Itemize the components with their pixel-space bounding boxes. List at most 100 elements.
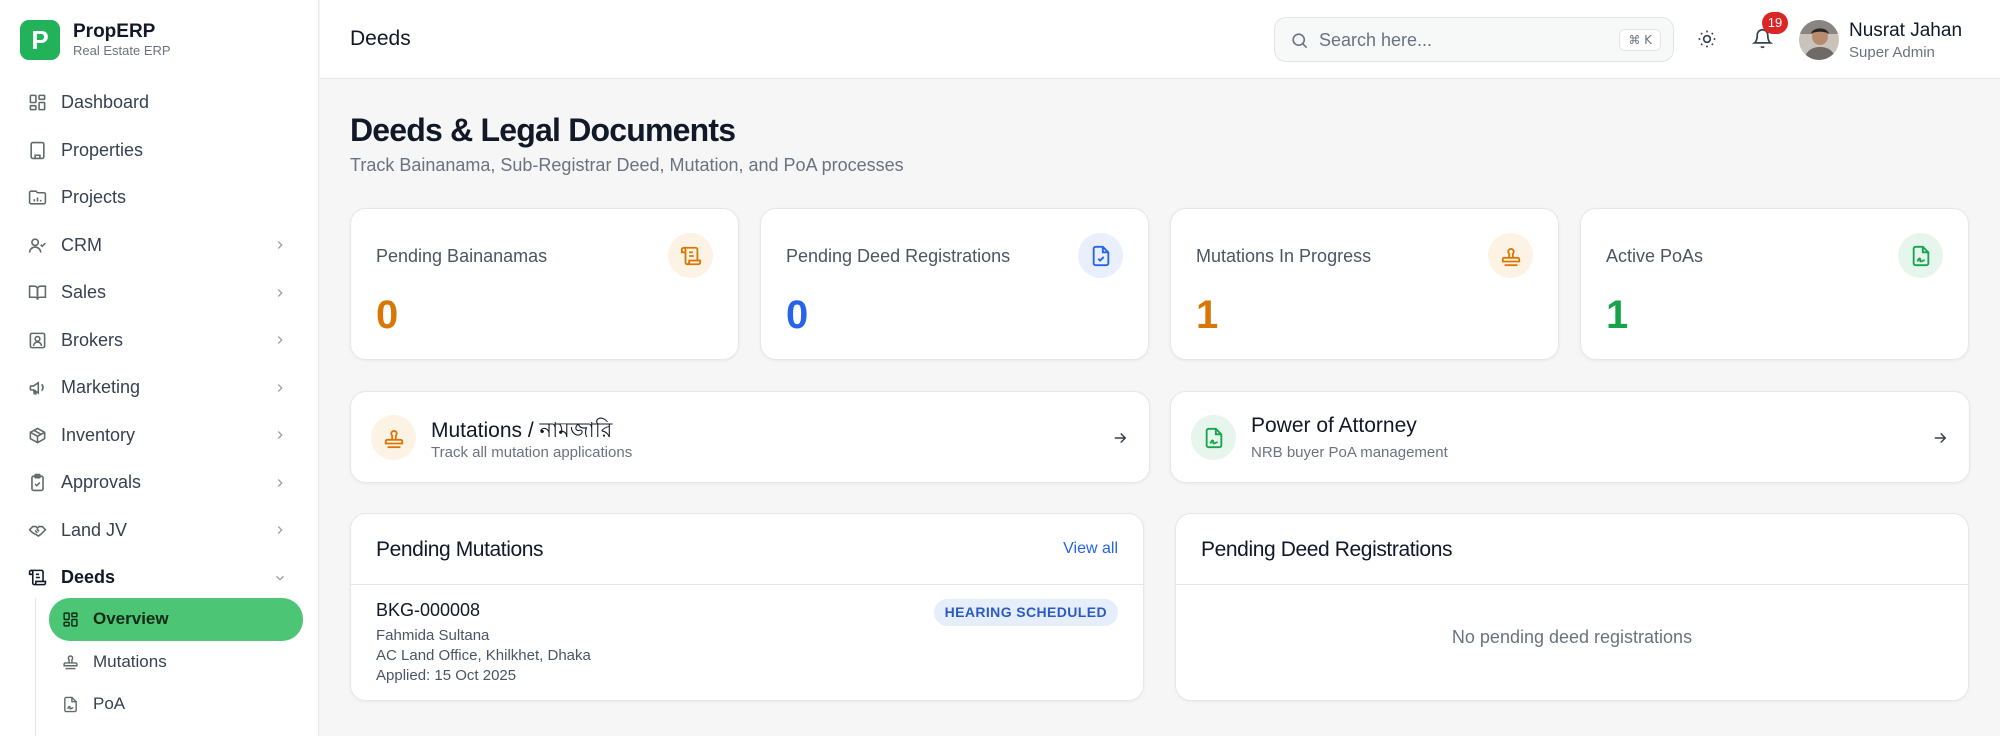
sun-icon [1697, 29, 1717, 49]
mutation-id: BKG-000008 [376, 600, 481, 620]
sidebar-nav: Dashboard Properties Projects CRM Sales … [0, 79, 319, 602]
sidebar-item-crm[interactable]: CRM [0, 222, 319, 270]
file-signature-icon [1191, 415, 1236, 460]
panel-header: Pending Mutations View all [351, 514, 1143, 585]
stat-value: 0 [786, 293, 809, 337]
mutation-applicant: Fahmida Sultana [376, 627, 490, 644]
grid-icon [28, 93, 47, 112]
sidebar-item-label: Deeds [61, 567, 116, 588]
sidebar-item-label: Marketing [61, 377, 141, 398]
sidebar-item-label: Brokers [61, 329, 124, 350]
user-role: Super Admin [1849, 44, 1935, 61]
avatar[interactable] [1799, 20, 1839, 60]
sidebar-subitem-label: PoA [93, 694, 126, 714]
brand-name: PropERP [73, 21, 156, 42]
grid-icon [62, 611, 79, 628]
stat-value: 1 [1196, 293, 1219, 337]
sidebar-item-dashboard[interactable]: Dashboard [0, 79, 319, 127]
chevron-right-icon [273, 238, 287, 252]
panel-title: Pending Mutations [376, 538, 544, 561]
theme-toggle-button[interactable] [1694, 26, 1720, 52]
search-box[interactable]: ⌘ K [1274, 17, 1674, 62]
scroll-icon [28, 568, 47, 587]
sidebar-subitem-label: Overview [93, 609, 169, 629]
power-of-attorney-link-card[interactable]: Power of Attorney NRB buyer PoA manageme… [1170, 391, 1970, 483]
pending-deed-registrations-panel: Pending Deed Registrations No pending de… [1175, 513, 1969, 701]
sidebar-subitem-overview[interactable]: Overview [49, 598, 303, 641]
stat-label: Mutations In Progress [1196, 246, 1372, 266]
sidebar-item-properties[interactable]: Properties [0, 127, 319, 175]
sidebar-item-sales[interactable]: Sales [0, 269, 319, 317]
sidebar-item-label: Land JV [61, 519, 128, 540]
sidebar-item-label: Dashboard [61, 92, 150, 113]
handshake-icon [28, 521, 47, 540]
page-title: Deeds & Legal Documents [350, 112, 736, 148]
sidebar-subitem-poa[interactable]: PoA [49, 683, 303, 726]
stat-card-pending-deed-registrations: Pending Deed Registrations 0 [760, 208, 1149, 360]
link-card-subtitle: NRB buyer PoA management [1251, 444, 1448, 461]
book-open-icon [28, 283, 47, 302]
search-input[interactable] [1319, 28, 1609, 52]
sidebar: P PropERP Real Estate ERP Dashboard Prop… [0, 0, 319, 736]
sidebar-item-label: CRM [61, 234, 102, 255]
mutation-applied-date: Applied: 15 Oct 2025 [376, 667, 517, 684]
sidebar-item-label: Approvals [61, 472, 142, 493]
stat-label: Pending Bainanamas [376, 246, 548, 266]
sidebar-item-land-jv[interactable]: Land JV [0, 507, 319, 555]
chevron-right-icon [273, 286, 287, 300]
sidebar-item-inventory[interactable]: Inventory [0, 412, 319, 460]
sidebar-item-marketing[interactable]: Marketing [0, 364, 319, 412]
deeds-sub-nav: Overview Mutations PoA [0, 598, 319, 736]
pending-mutations-panel: Pending Mutations View all BKG-000008 Fa… [350, 513, 1144, 701]
sidebar-subitem-mutations[interactable]: Mutations [49, 641, 303, 684]
stamp-icon [62, 653, 79, 670]
search-shortcut: ⌘ K [1619, 29, 1661, 51]
sidebar-item-deeds[interactable]: Deeds [0, 554, 319, 602]
file-signature-icon [62, 696, 79, 713]
view-all-link[interactable]: View all [1063, 540, 1118, 558]
chevron-right-icon [273, 428, 287, 442]
chevron-right-icon [273, 333, 287, 347]
search-icon [1290, 31, 1309, 50]
arrow-right-icon [1931, 429, 1949, 447]
chevron-down-icon [273, 571, 287, 585]
sidebar-item-projects[interactable]: Projects [0, 174, 319, 222]
stat-card-active-poas: Active PoAs 1 [1580, 208, 1969, 360]
megaphone-icon [28, 378, 47, 397]
file-check-icon [1078, 233, 1123, 278]
folder-icon [28, 188, 47, 207]
brand[interactable]: P PropERP Real Estate ERP [20, 20, 171, 60]
file-signature-icon [1898, 233, 1943, 278]
page-subtitle: Track Bainanama, Sub-Registrar Deed, Mut… [350, 155, 904, 175]
stamp-icon [371, 415, 416, 460]
sub-nav-line [35, 598, 36, 736]
package-icon [28, 426, 47, 445]
list-item[interactable]: BKG-000008 Fahmida Sultana AC Land Offic… [351, 585, 1143, 700]
building-icon [28, 141, 47, 160]
chevron-right-icon [273, 381, 287, 395]
stamp-icon [1488, 233, 1533, 278]
notification-count-badge: 19 [1762, 12, 1788, 34]
user-check-icon [28, 236, 47, 255]
user-name: Nusrat Jahan [1849, 20, 1963, 41]
contact-icon [28, 331, 47, 350]
header-title: Deeds [350, 27, 411, 50]
panel-title: Pending Deed Registrations [1201, 538, 1453, 561]
stat-value: 1 [1606, 293, 1629, 337]
arrow-right-icon [1111, 429, 1129, 447]
stat-card-pending-bainanamas: Pending Bainanamas 0 [350, 208, 739, 360]
sidebar-subitem-label: Mutations [93, 651, 167, 671]
sidebar-item-label: Properties [61, 139, 144, 160]
clipboard-check-icon [28, 473, 47, 492]
sidebar-item-label: Sales [61, 282, 107, 303]
mutations-link-card[interactable]: Mutations / নামজারি Track all mutation a… [350, 391, 1150, 483]
chevron-right-icon [273, 476, 287, 490]
sidebar-item-approvals[interactable]: Approvals [0, 459, 319, 507]
stat-card-mutations-in-progress: Mutations In Progress 1 [1170, 208, 1559, 360]
sidebar-item-brokers[interactable]: Brokers [0, 317, 319, 365]
panel-header: Pending Deed Registrations [1176, 514, 1968, 585]
status-badge: HEARING SCHEDULED [933, 599, 1118, 626]
brand-subtitle: Real Estate ERP [73, 43, 171, 58]
sidebar-item-label: Projects [61, 187, 127, 208]
link-card-title: Power of Attorney [1251, 414, 1417, 437]
